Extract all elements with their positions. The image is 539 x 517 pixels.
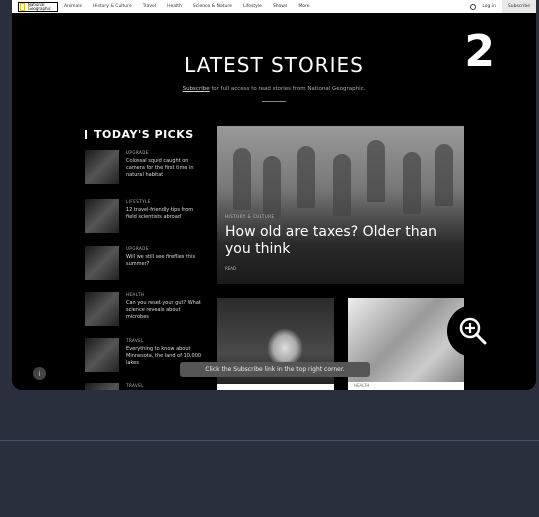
pick-category: UPGRADE [126, 246, 149, 251]
logo-text: National Geographic [27, 1, 51, 11]
login-link[interactable]: Log in [482, 4, 496, 9]
subscribe-link[interactable]: Subscribe [183, 86, 210, 92]
hero-image-figure [403, 152, 421, 214]
hero-title[interactable]: How old are taxes? Older than you think [225, 224, 461, 258]
step-number: 2 [464, 26, 495, 77]
pick-thumbnail [85, 246, 119, 280]
nav-link-animals[interactable]: Animals [64, 4, 82, 9]
pick-title[interactable]: 12 travel-friendly tips from field scien… [126, 207, 202, 221]
nav-link-travel[interactable]: Travel [143, 4, 156, 9]
zoom-in-glyph [459, 317, 487, 345]
top-navigation: National Geographic Animals History & Cu… [12, 0, 536, 13]
hero-image-figure [367, 140, 385, 202]
natgeo-logo[interactable]: National Geographic [18, 1, 58, 12]
search-icon[interactable] [470, 3, 477, 10]
pick-category: HEALTH [126, 292, 145, 297]
pick-item[interactable]: TRAVEL [85, 383, 205, 390]
pick-category: UPGRADE [126, 150, 149, 155]
nav-right: Log in Subscribe [470, 0, 536, 13]
nav-link-history[interactable]: History & Culture [93, 4, 132, 9]
pick-thumbnail [85, 383, 119, 390]
pick-category: TRAVEL [126, 338, 145, 343]
nav-link-shows[interactable]: Shows [273, 4, 288, 9]
hero-image-figure [333, 154, 351, 216]
hero-image-figure [233, 148, 251, 210]
pick-item[interactable]: LIFESTYLE 12 travel-friendly tips from f… [85, 199, 205, 237]
pick-thumbnail [85, 150, 119, 184]
subtitle-text: for full access to read stories from Nat… [209, 86, 366, 92]
section-subtitle: Subscribe for full access to read storie… [12, 86, 536, 92]
logo-frame-icon [20, 2, 25, 11]
hero-image-figure [297, 146, 315, 208]
pick-title[interactable]: Will we still see fireflies this summer? [126, 254, 202, 268]
hero-image-figure [435, 144, 453, 206]
pick-thumbnail [85, 292, 119, 326]
pick-category: LIFESTYLE [126, 199, 151, 204]
nav-link-more[interactable]: More [298, 4, 309, 9]
card-footer [217, 384, 334, 390]
pick-thumbnail [85, 338, 119, 372]
nav-link-lifestyle[interactable]: Lifestyle [243, 4, 262, 9]
nav-link-health[interactable]: Health [167, 4, 182, 9]
todays-picks-title: TODAY'S PICKS [85, 128, 194, 141]
bottom-divider [0, 440, 539, 441]
section-title: LATEST STORIES [184, 53, 364, 77]
hero-read-label: READ [225, 266, 237, 271]
pick-item[interactable]: HEALTH Can you reset your gut? What scie… [85, 292, 205, 330]
subscribe-button[interactable]: Subscribe [501, 0, 536, 13]
nav-link-science[interactable]: Science & Nature [193, 4, 232, 9]
card-category: HEALTH [354, 383, 370, 388]
pick-title[interactable]: Can you reset your gut? What science rev… [126, 300, 202, 321]
hero-story[interactable]: HISTORY & CULTURE How old are taxes? Old… [217, 126, 464, 284]
hero-category: HISTORY & CULTURE [225, 214, 275, 219]
pick-item[interactable]: UPGRADE Will we still see fireflies this… [85, 246, 205, 284]
pick-title[interactable]: Colossal squid caught on camera for the … [126, 158, 202, 179]
title-divider [262, 101, 286, 102]
pick-thumbnail [85, 199, 119, 233]
info-icon[interactable]: i [33, 367, 46, 380]
nav-links: Animals History & Culture Travel Health … [64, 4, 310, 9]
hero-image-figure [263, 156, 281, 218]
pick-category: TRAVEL [126, 383, 145, 388]
zoom-in-icon[interactable] [447, 305, 499, 357]
pick-item[interactable]: UPGRADE Colossal squid caught on camera … [85, 150, 205, 188]
instruction-tooltip: Click the Subscribe link in the top righ… [180, 362, 370, 377]
